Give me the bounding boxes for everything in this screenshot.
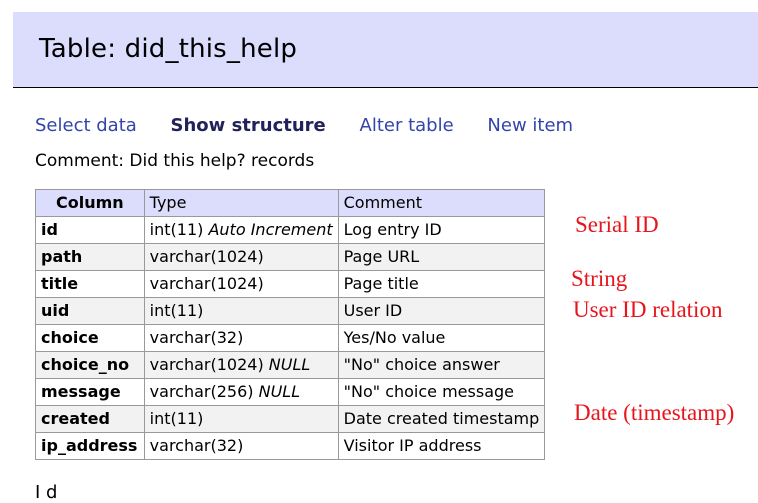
column-name-cell: message — [35, 378, 145, 406]
type-extra: Auto Increment — [208, 220, 333, 239]
table-row: id int(11) Auto Increment Log entry ID — [35, 216, 546, 244]
comment-cell: Log entry ID — [337, 216, 546, 244]
new-item-link[interactable]: New item — [487, 115, 573, 136]
annotation-date-timestamp: Date (timestamp) — [574, 400, 735, 425]
annotation-string: String — [571, 266, 628, 291]
comment-header: Comment — [337, 189, 546, 217]
comment-cell: Page URL — [337, 243, 546, 271]
show-structure-link[interactable]: Show structure — [171, 115, 326, 136]
alter-table-link[interactable]: Alter table — [360, 115, 454, 136]
comment-cell: Page title — [337, 270, 546, 298]
table-row: choice varchar(32) Yes/No value — [35, 324, 546, 352]
type-cell: int(11) — [143, 297, 339, 325]
type-cell: varchar(1024) — [143, 270, 339, 298]
select-data-link[interactable]: Select data — [35, 115, 137, 136]
type-cell: varchar(1024) NULL — [143, 351, 339, 379]
column-name-cell: ip_address — [35, 432, 145, 460]
column-name-cell: created — [35, 405, 145, 433]
comment-cell: User ID — [337, 297, 546, 325]
type-cell: varchar(1024) — [143, 243, 339, 271]
page-header: Table: did_this_help — [13, 12, 758, 88]
table-row: ip_address varchar(32) Visitor IP address — [35, 432, 546, 460]
type-cell: int(11) Auto Increment — [143, 216, 339, 244]
type-value: int(11) — [149, 220, 204, 239]
type-value: varchar(32) — [149, 328, 244, 347]
action-nav: Select data Show structure Alter table N… — [35, 115, 601, 136]
table-row: choice_no varchar(1024) NULL "No" choice a… — [35, 351, 546, 379]
structure-table: Column Type Comment id int(11) Auto Incre… — [35, 189, 546, 460]
table-header-row: Column Type Comment — [35, 189, 546, 217]
table-row: message varchar(256) NULL "No" choice mess… — [35, 378, 546, 406]
column-name-cell: title — [35, 270, 145, 298]
table-row: path varchar(1024) Page URL — [35, 243, 546, 271]
comment-cell: "No" choice message — [337, 378, 546, 406]
comment-cell: Visitor IP address — [337, 432, 546, 460]
comment-cell: Date created timestamp — [337, 405, 546, 433]
type-value: int(11) — [149, 301, 204, 320]
type-value: int(11) — [149, 409, 204, 428]
type-cell: varchar(32) — [143, 432, 339, 460]
page-title: Table: did_this_help — [39, 34, 298, 64]
type-value: varchar(1024) — [149, 355, 264, 374]
type-cell: varchar(256) NULL — [143, 378, 339, 406]
annotation-serial-id: Serial ID — [575, 212, 659, 237]
type-cell: int(11) — [143, 405, 339, 433]
table-row: uid int(11) User ID — [35, 297, 546, 325]
comment-cell: Yes/No value — [337, 324, 546, 352]
type-extra: NULL — [258, 382, 301, 401]
column-name-cell: path — [35, 243, 145, 271]
column-name-cell: choice — [35, 324, 145, 352]
column-name-cell: id — [35, 216, 145, 244]
type-cell: varchar(32) — [143, 324, 339, 352]
table-comment: Comment: Did this help? records — [35, 151, 315, 171]
type-value: varchar(1024) — [149, 247, 264, 266]
type-extra: NULL — [268, 355, 311, 374]
type-value: varchar(1024) — [149, 274, 264, 293]
table-row: created int(11) Date created timestamp — [35, 405, 546, 433]
indexes-heading-partial: I d — [35, 482, 58, 503]
column-name-cell: uid — [35, 297, 145, 325]
type-value: varchar(256) — [149, 382, 254, 401]
column-name-cell: choice_no — [35, 351, 145, 379]
annotation-user-id-relation: User ID relation — [573, 297, 723, 322]
type-header: Type — [143, 189, 339, 217]
comment-cell: "No" choice answer — [337, 351, 546, 379]
column-header: Column — [35, 189, 145, 217]
type-value: varchar(32) — [149, 436, 244, 455]
table-row: title varchar(1024) Page title — [35, 270, 546, 298]
